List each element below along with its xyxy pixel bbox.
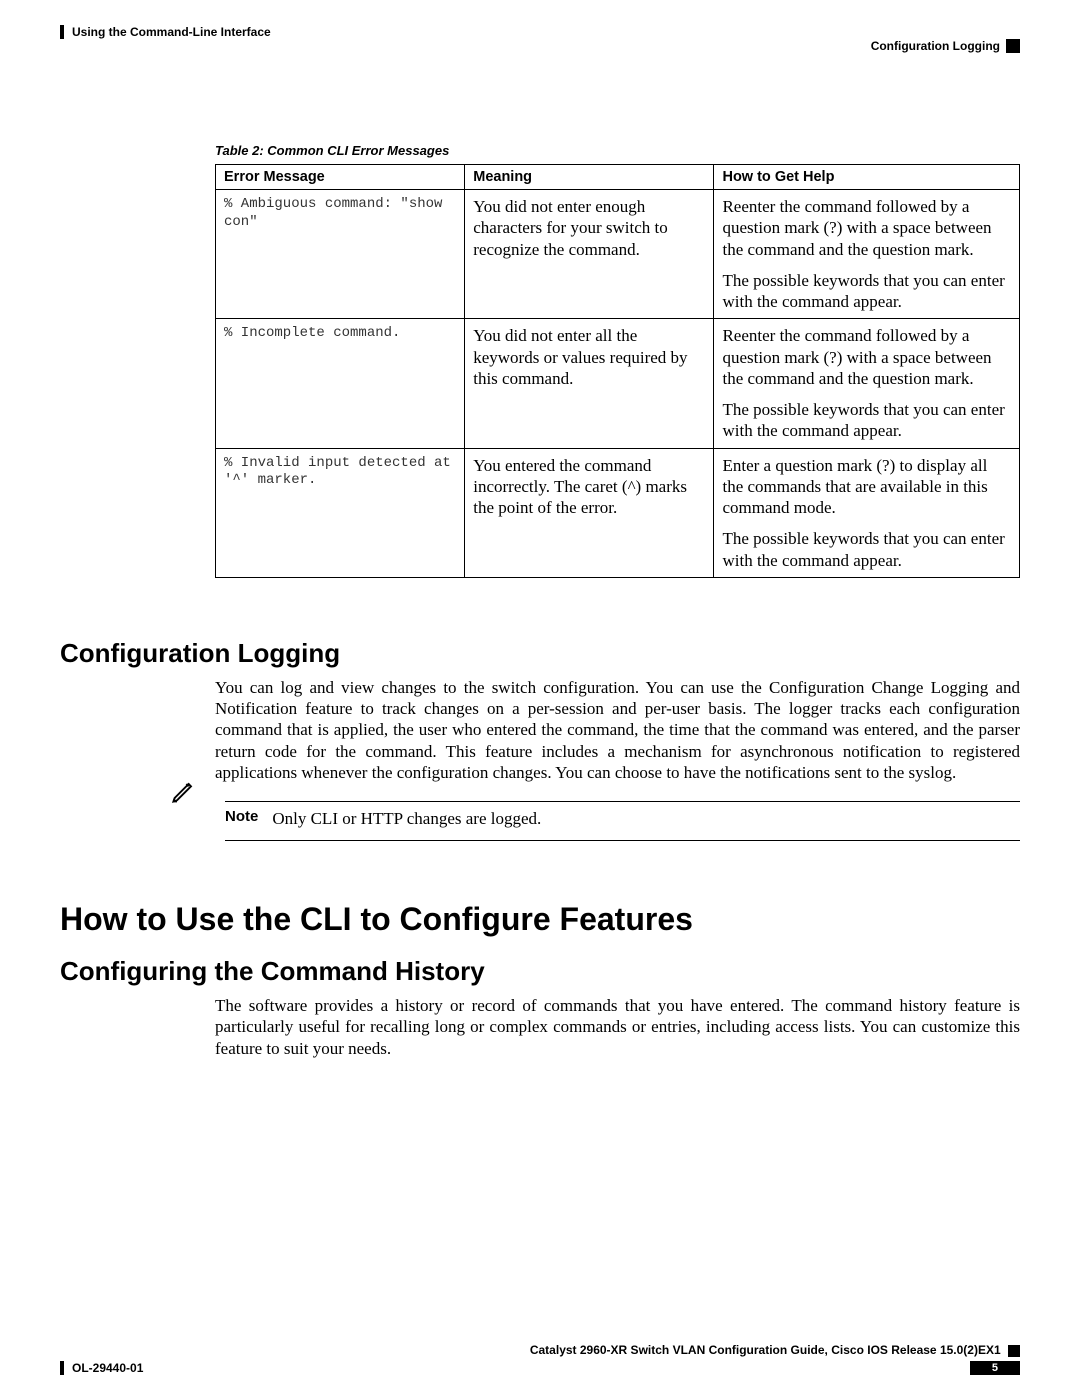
help-cell: Reenter the command followed by a questi…: [714, 190, 1020, 319]
meaning-cell: You entered the command incorrectly. The…: [465, 448, 714, 577]
header-left: Using the Command-Line Interface: [60, 25, 271, 39]
footer-guide-line: Catalyst 2960-XR Switch VLAN Configurati…: [60, 1343, 1020, 1357]
footer-bottom-row: OL-29440-01 5: [60, 1361, 1020, 1375]
note-divider-top: [225, 801, 1020, 802]
table-row: % Invalid input detected at '^' marker. …: [216, 448, 1020, 577]
page-header: Using the Command-Line Interface Configu…: [60, 25, 1020, 53]
doc-number: OL-29440-01: [72, 1361, 143, 1375]
help-paragraph: The possible keywords that you can enter…: [722, 399, 1011, 442]
section-body: You can log and view changes to the swit…: [215, 677, 1020, 783]
cli-error-table: Error Message Meaning How to Get Help % …: [215, 164, 1020, 578]
meaning-cell: You did not enter all the keywords or va…: [465, 319, 714, 448]
help-paragraph: Reenter the command followed by a questi…: [722, 196, 1011, 260]
footer-square-icon: [1008, 1345, 1020, 1357]
cmd-history-section: Configuring the Command History The soft…: [60, 956, 1020, 1059]
note-block: Note Only CLI or HTTP changes are logged…: [160, 801, 1020, 841]
help-cell: Reenter the command followed by a questi…: [714, 319, 1020, 448]
section-heading-large: How to Use the CLI to Configure Features: [60, 901, 1020, 938]
note-label: Note: [225, 808, 258, 830]
col-header-error: Error Message: [216, 165, 465, 190]
header-right: Configuration Logging: [871, 39, 1020, 53]
header-square-icon: [1006, 39, 1020, 53]
section-heading: Configuration Logging: [60, 638, 1020, 669]
section-body: The software provides a history or recor…: [215, 995, 1020, 1059]
footer-bar-icon: [60, 1361, 64, 1375]
col-header-help: How to Get Help: [714, 165, 1020, 190]
col-header-meaning: Meaning: [465, 165, 714, 190]
error-message-cell: % Invalid input detected at '^' marker.: [216, 448, 465, 577]
help-paragraph: The possible keywords that you can enter…: [722, 528, 1011, 571]
chapter-title: Using the Command-Line Interface: [72, 25, 271, 39]
table-row: % Ambiguous command: "show con" You did …: [216, 190, 1020, 319]
table-block: Table 2: Common CLI Error Messages Error…: [215, 143, 1020, 578]
note-row: Note Only CLI or HTTP changes are logged…: [160, 801, 1020, 841]
how-to-cli-section: How to Use the CLI to Configure Features: [60, 901, 1020, 938]
help-paragraph: Reenter the command followed by a questi…: [722, 325, 1011, 389]
help-paragraph: The possible keywords that you can enter…: [722, 270, 1011, 313]
help-paragraph: Enter a question mark (?) to display all…: [722, 455, 1011, 519]
help-cell: Enter a question mark (?) to display all…: [714, 448, 1020, 577]
table-row: % Incomplete command. You did not enter …: [216, 319, 1020, 448]
table-header-row: Error Message Meaning How to Get Help: [216, 165, 1020, 190]
section-name: Configuration Logging: [871, 39, 1000, 53]
error-message-cell: % Ambiguous command: "show con": [216, 190, 465, 319]
note-text: Only CLI or HTTP changes are logged.: [272, 808, 1020, 830]
document-page: Using the Command-Line Interface Configu…: [0, 0, 1080, 1397]
footer-left: OL-29440-01: [60, 1361, 143, 1375]
note-divider-bottom: [225, 840, 1020, 841]
page-footer: Catalyst 2960-XR Switch VLAN Configurati…: [60, 1343, 1020, 1375]
guide-title: Catalyst 2960-XR Switch VLAN Configurati…: [530, 1343, 1001, 1357]
header-bar-icon: [60, 25, 64, 39]
pencil-icon: [170, 777, 198, 810]
table-caption: Table 2: Common CLI Error Messages: [215, 143, 1020, 158]
config-logging-section: Configuration Logging You can log and vi…: [60, 638, 1020, 783]
page-number: 5: [970, 1361, 1020, 1375]
section-heading: Configuring the Command History: [60, 956, 1020, 987]
meaning-cell: You did not enter enough characters for …: [465, 190, 714, 319]
note-icon-wrap: [160, 801, 225, 834]
error-message-cell: % Incomplete command.: [216, 319, 465, 448]
